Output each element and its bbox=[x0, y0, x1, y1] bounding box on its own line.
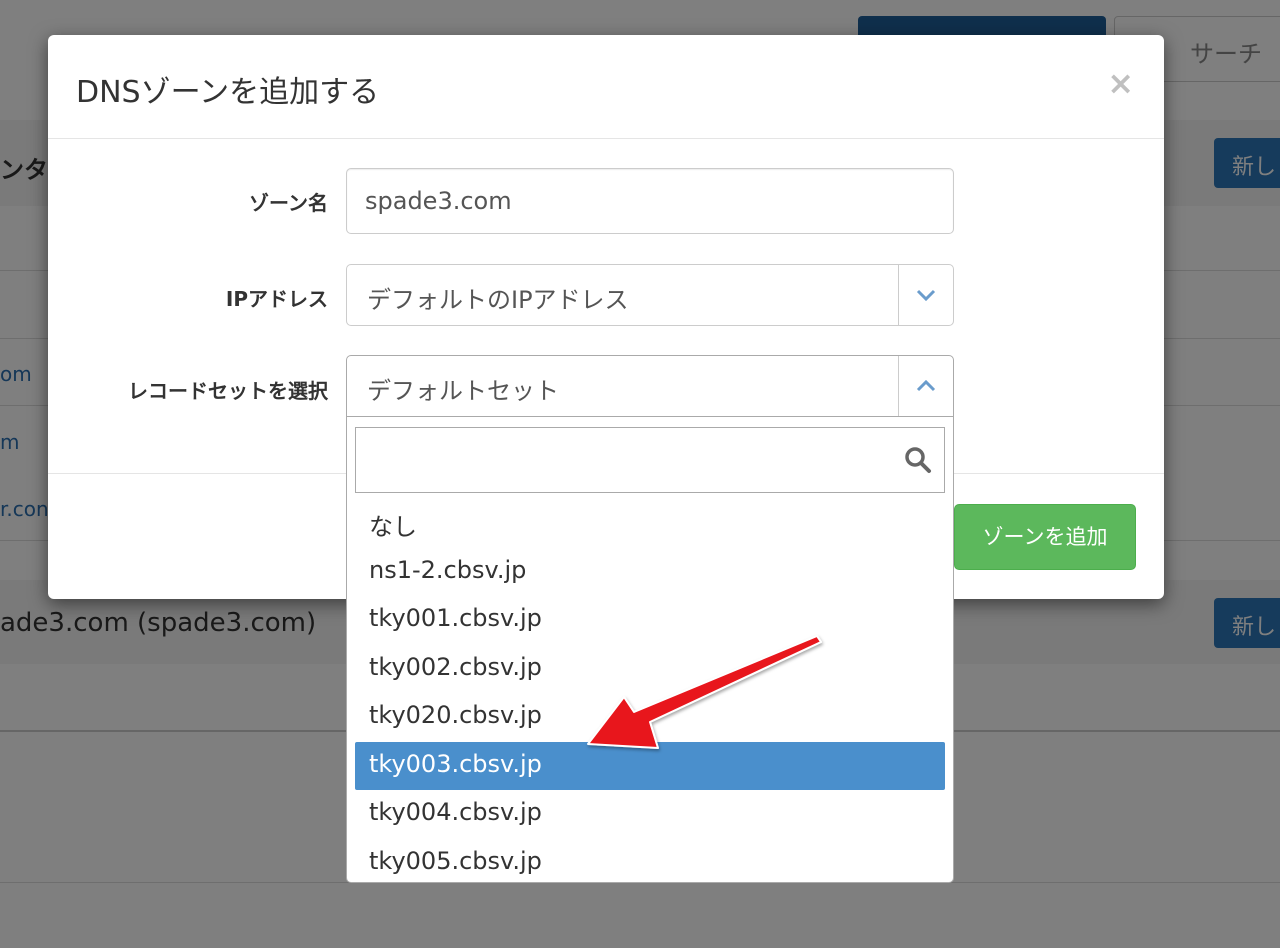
modal-title: DNSゾーンを追加する bbox=[76, 75, 380, 110]
chevron-down-icon[interactable] bbox=[898, 265, 953, 325]
dropdown-option[interactable]: tky020.cbsv.jp bbox=[355, 693, 945, 742]
dropdown-option[interactable]: tky004.cbsv.jp bbox=[355, 790, 945, 839]
record-set-dropdown: なし ns1-2.cbsv.jp tky001.cbsv.jp tky002.c… bbox=[346, 417, 954, 883]
record-set-selected-value: デフォルトセット bbox=[367, 377, 559, 405]
chevron-up-icon[interactable] bbox=[898, 356, 953, 416]
dropdown-option[interactable]: なし bbox=[355, 499, 945, 548]
record-set-label: レコードセットを選択 bbox=[128, 379, 328, 403]
dropdown-options-list: なし ns1-2.cbsv.jp tky001.cbsv.jp tky002.c… bbox=[355, 499, 945, 883]
add-zone-button[interactable]: ゾーンを追加 bbox=[954, 504, 1136, 570]
ip-address-label: IPアドレス bbox=[225, 287, 328, 311]
zone-name-label: ゾーン名 bbox=[249, 191, 328, 215]
search-icon bbox=[904, 446, 932, 478]
record-set-select[interactable]: デフォルトセット bbox=[346, 355, 954, 417]
zone-name-input[interactable] bbox=[346, 168, 954, 234]
ip-address-select[interactable]: デフォルトのIPアドレス bbox=[346, 264, 954, 326]
dropdown-option[interactable]: tky001.cbsv.jp bbox=[355, 596, 945, 645]
dropdown-option[interactable]: tky005.cbsv.jp bbox=[355, 839, 945, 883]
dropdown-search-field[interactable] bbox=[355, 427, 945, 493]
dropdown-option[interactable]: ns1-2.cbsv.jp bbox=[355, 548, 945, 597]
dropdown-option[interactable]: tky002.cbsv.jp bbox=[355, 645, 945, 694]
close-icon[interactable]: × bbox=[1107, 67, 1134, 99]
modal-header: DNSゾーンを追加する × bbox=[48, 35, 1164, 139]
ip-address-selected-value: デフォルトのIPアドレス bbox=[367, 286, 629, 314]
dropdown-option[interactable]: tky003.cbsv.jp bbox=[355, 741, 945, 790]
